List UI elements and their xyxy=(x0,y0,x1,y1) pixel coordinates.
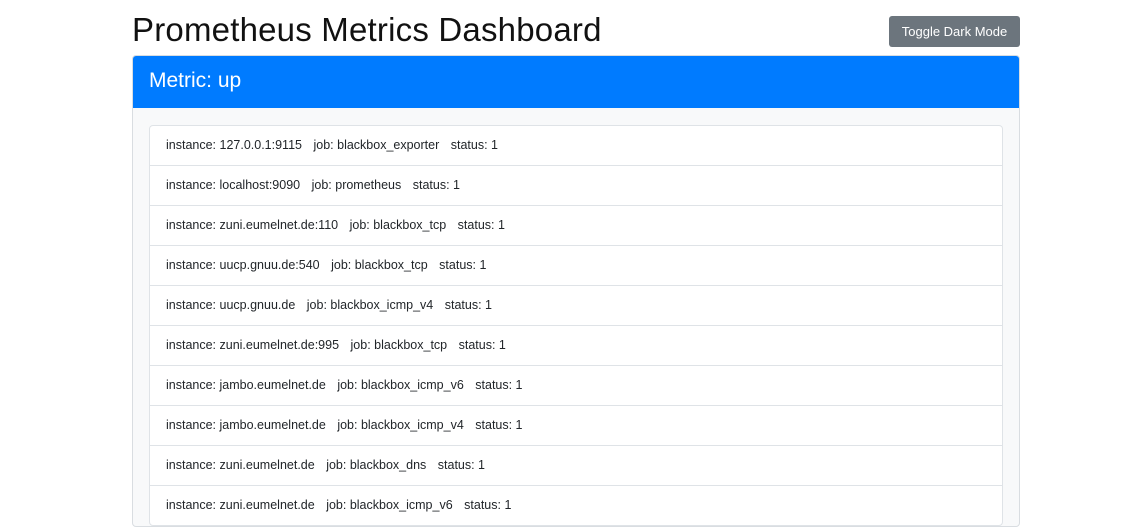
metric-instance: instance: localhost:9090 xyxy=(166,178,301,192)
metric-job: job: blackbox_dns xyxy=(326,458,427,472)
metric-list-item: instance: localhost:9090 job: prometheus… xyxy=(150,165,1002,205)
metric-list-item: instance: uucp.gnuu.de job: blackbox_icm… xyxy=(150,285,1002,325)
dashboard-container: Prometheus Metrics Dashboard Toggle Dark… xyxy=(132,0,1020,527)
metric-status: status: 1 xyxy=(457,218,505,232)
metric-instance: instance: zuni.eumelnet.de:110 xyxy=(166,218,339,232)
metric-job: job: blackbox_tcp xyxy=(331,258,428,272)
metric-list: instance: 127.0.0.1:9115 job: blackbox_e… xyxy=(149,125,1003,526)
metric-list-item: instance: 127.0.0.1:9115 job: blackbox_e… xyxy=(150,126,1002,165)
metric-job: job: blackbox_tcp xyxy=(350,338,448,352)
metric-status: status: 1 xyxy=(412,178,460,192)
metric-job: job: blackbox_icmp_v6 xyxy=(326,498,453,512)
metric-list-item: instance: uucp.gnuu.de:540 job: blackbox… xyxy=(150,245,1002,285)
toggle-dark-mode-button[interactable]: Toggle Dark Mode xyxy=(889,16,1020,47)
metric-job: job: blackbox_tcp xyxy=(349,218,447,232)
page-title: Prometheus Metrics Dashboard xyxy=(132,11,602,48)
metric-instance: instance: uucp.gnuu.de xyxy=(166,298,296,312)
metric-instance: instance: uucp.gnuu.de:540 xyxy=(166,258,320,272)
metric-instance: instance: zuni.eumelnet.de xyxy=(166,498,315,512)
metric-instance: instance: jambo.eumelnet.de xyxy=(166,418,326,432)
metric-status: status: 1 xyxy=(439,258,487,272)
metric-list-item: instance: zuni.eumelnet.de:995 job: blac… xyxy=(150,325,1002,365)
metric-list-item: instance: zuni.eumelnet.de job: blackbox… xyxy=(150,485,1002,525)
metric-instance: instance: jambo.eumelnet.de xyxy=(166,378,326,392)
metric-status: status: 1 xyxy=(444,298,492,312)
metric-status: status: 1 xyxy=(450,138,498,152)
metric-status: status: 1 xyxy=(464,498,512,512)
metric-job: job: blackbox_icmp_v6 xyxy=(337,378,464,392)
metric-instance: instance: 127.0.0.1:9115 xyxy=(166,138,302,152)
metric-job: job: blackbox_icmp_v4 xyxy=(306,298,434,312)
metric-status: status: 1 xyxy=(458,338,506,352)
metric-card: Metric: up instance: 127.0.0.1:9115 job:… xyxy=(132,55,1020,527)
metric-instance: instance: zuni.eumelnet.de:995 xyxy=(166,338,340,352)
metric-instance: instance: zuni.eumelnet.de xyxy=(166,458,315,472)
metric-job: job: blackbox_exporter xyxy=(313,138,440,152)
metric-card-header: Metric: up xyxy=(133,56,1019,108)
page-header: Prometheus Metrics Dashboard Toggle Dark… xyxy=(132,0,1020,55)
metric-list-item: instance: zuni.eumelnet.de job: blackbox… xyxy=(150,445,1002,485)
metric-job: job: prometheus xyxy=(311,178,402,192)
metric-list-item: instance: zuni.eumelnet.de:110 job: blac… xyxy=(150,205,1002,245)
metric-job: job: blackbox_icmp_v4 xyxy=(337,418,464,432)
metric-status: status: 1 xyxy=(437,458,486,472)
metric-list-item: instance: jambo.eumelnet.de job: blackbo… xyxy=(150,405,1002,445)
metric-list-item: instance: jambo.eumelnet.de job: blackbo… xyxy=(150,365,1002,405)
metric-status: status: 1 xyxy=(475,378,523,392)
metric-status: status: 1 xyxy=(475,418,523,432)
